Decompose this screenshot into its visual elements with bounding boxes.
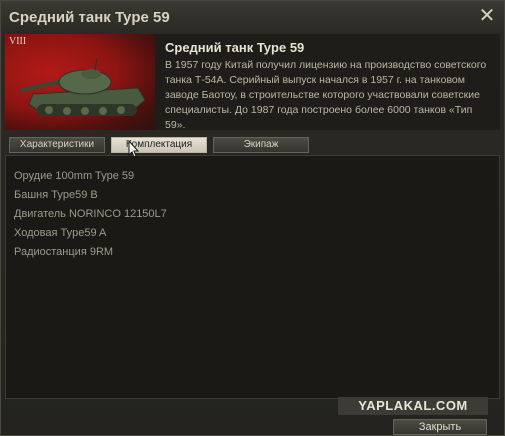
- watermark: YAPLAKAL.COM: [338, 397, 488, 415]
- module-gun: Орудие 100mm Type 59: [14, 170, 135, 182]
- china-flag-icon: VIII: [5, 34, 155, 130]
- module-engine: Двигатель NORINCO 12150L7: [14, 208, 167, 220]
- close-icon[interactable]: ✕: [476, 5, 498, 27]
- tab-bar: Характеристики Комплектация Экипаж: [9, 137, 315, 153]
- mouse-cursor-icon: [128, 140, 140, 158]
- module-suspension: Ходовая Type59 A: [14, 227, 107, 239]
- tank-name: Средний танк Type 59: [165, 40, 305, 55]
- close-button[interactable]: Закрыть: [393, 419, 487, 435]
- modules-panel: Орудие 100mm Type 59 Башня Type59 B Двиг…: [5, 155, 500, 399]
- tab-equipment[interactable]: Комплектация: [111, 137, 207, 153]
- window-titlebar[interactable]: Средний танк Type 59 ✕: [1, 1, 504, 33]
- window-title: Средний танк Type 59: [9, 9, 170, 26]
- tab-characteristics[interactable]: Характеристики: [9, 137, 105, 153]
- tank-description: В 1957 году Китай получил лицензию на пр…: [165, 59, 487, 131]
- tank-icon: [21, 57, 146, 116]
- tab-crew[interactable]: Экипаж: [213, 137, 309, 153]
- vehicle-header: VIII Средний танк Type 59 В 1957 году Ки…: [5, 34, 500, 131]
- module-radio: Радиостанция 9RM: [14, 246, 114, 258]
- module-turret: Башня Type59 B: [14, 189, 98, 201]
- vehicle-info-window: Средний танк Type 59 ✕ VIII Средний танк…: [0, 0, 505, 436]
